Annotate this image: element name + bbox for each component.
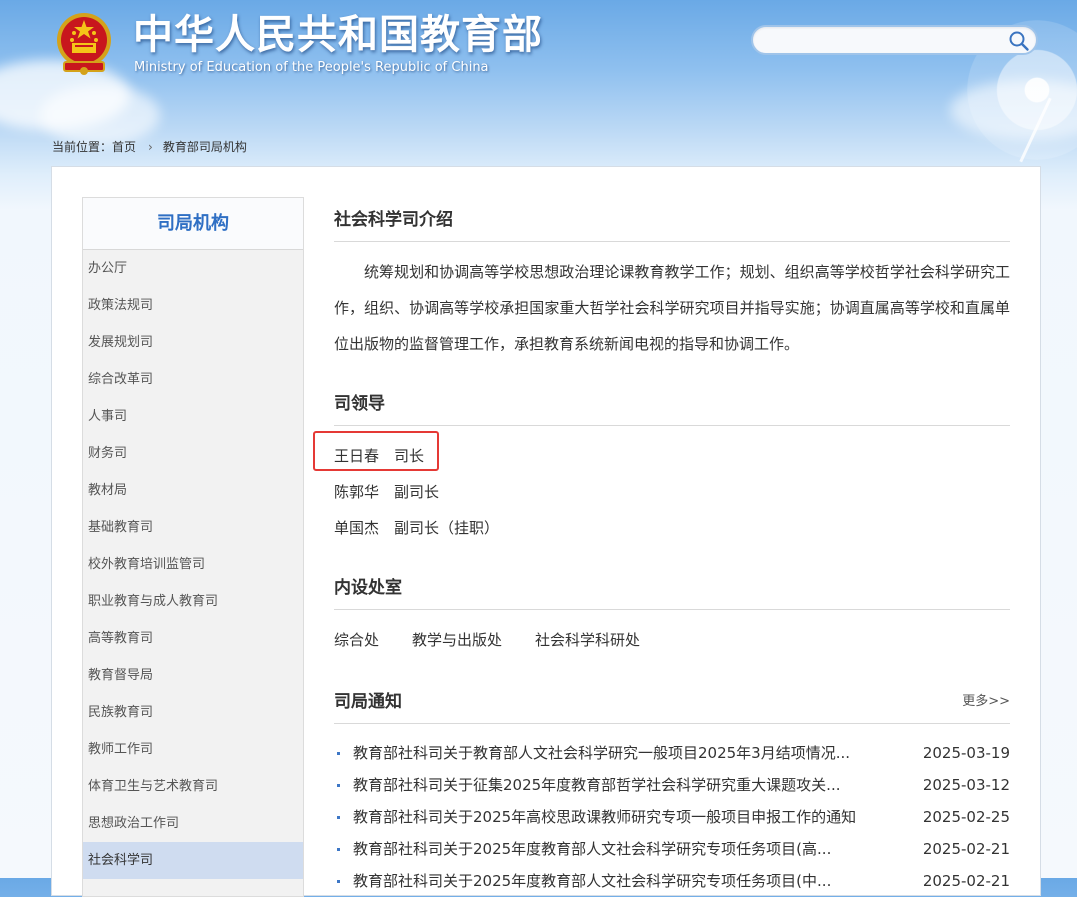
notice-list: 教育部社科司关于教育部人文社会科学研究一般项目2025年3月结项情况... 20… (334, 737, 1010, 897)
sidebar-item[interactable]: 思想政治工作司 (83, 805, 303, 842)
notice-item[interactable]: 教育部社科司关于征集2025年度教育部哲学社会科学研究重大课题攻关... 202… (334, 769, 1010, 801)
breadcrumb: 当前位置：首页 › 教育部司局机构 (52, 138, 247, 155)
sidebar-item[interactable]: 人事司 (83, 398, 303, 435)
leader-item: 王日春 司长 (334, 438, 1010, 474)
intro-heading: 社会科学司介绍 (334, 204, 1010, 242)
search-box (751, 25, 1038, 55)
notice-date: 2025-02-25 (922, 808, 1010, 826)
sidebar-item[interactable]: 民族教育司 (83, 694, 303, 731)
sidebar-item[interactable]: 教育督导局 (83, 657, 303, 694)
more-link[interactable]: 更多>> (962, 686, 1010, 718)
notice-item[interactable]: 教育部社科司关于教育部人文社会科学研究一般项目2025年3月结项情况... 20… (334, 737, 1010, 769)
notice-item[interactable]: 教育部社科司关于2025年度教育部人文社会科学研究专项任务项目(中... 202… (334, 865, 1010, 897)
breadcrumb-current: 教育部司局机构 (162, 140, 247, 154)
search-icon[interactable] (1008, 30, 1030, 52)
breadcrumb-prefix: 当前位置： (52, 140, 113, 154)
sidebar-item[interactable]: 校外教育培训监管司 (83, 546, 303, 583)
sidebar-item[interactable]: 办公厅 (83, 250, 303, 287)
notice-date: 2025-03-12 (922, 776, 1010, 794)
leader-item: 单国杰 副司长（挂职） (334, 510, 1010, 546)
leader-item: 陈郭华 副司长 (334, 474, 1010, 510)
divisions-heading: 内设处室 (334, 572, 1010, 610)
notice-date: 2025-02-21 (922, 872, 1010, 890)
leaders-heading: 司领导 (334, 388, 1010, 426)
notice-date: 2025-03-19 (922, 744, 1010, 762)
leader-name: 单国杰 (334, 519, 380, 537)
sidebar-item[interactable]: 政策法规司 (83, 287, 303, 324)
notice-date: 2025-02-21 (922, 840, 1010, 858)
notice-title[interactable]: 教育部社科司关于教育部人文社会科学研究一般项目2025年3月结项情况... (353, 737, 850, 769)
notice-title[interactable]: 教育部社科司关于2025年度教育部人文社会科学研究专项任务项目(高... (353, 833, 831, 865)
sidebar-item[interactable]: 高等教育司 (83, 620, 303, 657)
leader-title: 副司长（挂职） (394, 519, 500, 537)
site-title: 中华人民共和国教育部 (133, 12, 543, 58)
division-link[interactable]: 社会科学科研处 (535, 631, 640, 649)
sidebar-item[interactable]: 基础教育司 (83, 509, 303, 546)
leader-name: 王日春 (334, 447, 380, 465)
sidebar-item[interactable]: 教材局 (83, 472, 303, 509)
bullet-icon (337, 880, 340, 883)
leader-title: 司长 (394, 447, 425, 465)
sidebar-item[interactable]: 财务司 (83, 435, 303, 472)
chevron-right-icon: › (148, 139, 153, 154)
sidebar: 司局机构 办公厅 政策法规司 发展规划司 综合改革司 人事司 财务司 教材局 基… (82, 197, 304, 897)
bullet-icon (337, 784, 340, 787)
leader-name: 陈郭华 (334, 483, 380, 501)
notices-heading: 司局通知 更多>> (334, 686, 1010, 724)
notice-title[interactable]: 教育部社科司关于征集2025年度教育部哲学社会科学研究重大课题攻关... (353, 769, 840, 801)
notice-item[interactable]: 教育部社科司关于2025年高校思政课教师研究专项一般项目申报工作的通知 2025… (334, 801, 1010, 833)
content-area: 社会科学司介绍 统筹规划和协调高等学校思想政治理论课教育教学工作；规划、组织高等… (334, 204, 1010, 897)
notices-heading-label: 司局通知 (334, 692, 402, 712)
sidebar-item[interactable]: 教师工作司 (83, 731, 303, 768)
leaders-list: 王日春 司长 陈郭华 副司长 单国杰 副司长（挂职） (334, 438, 1010, 546)
division-link[interactable]: 教学与出版处 (412, 631, 502, 649)
search-input[interactable] (765, 31, 1009, 51)
breadcrumb-home-link[interactable]: 首页 (112, 140, 136, 154)
bullet-icon (337, 848, 340, 851)
site-subtitle: Ministry of Education of the People's Re… (134, 60, 489, 75)
sidebar-item[interactable]: 体育卫生与艺术教育司 (83, 768, 303, 805)
leader-title: 副司长 (394, 483, 440, 501)
intro-text: 统筹规划和协调高等学校思想政治理论课教育教学工作；规划、组织高等学校哲学社会科学… (334, 263, 1010, 353)
bullet-icon (337, 816, 340, 819)
division-link[interactable]: 综合处 (334, 631, 379, 649)
sidebar-heading: 司局机构 (83, 198, 303, 250)
sidebar-item[interactable]: 职业教育与成人教育司 (83, 583, 303, 620)
divisions-list: 综合处 教学与出版处 社会科学科研处 (334, 620, 1010, 660)
bullet-icon (337, 752, 340, 755)
sidebar-item[interactable]: 综合改革司 (83, 361, 303, 398)
notice-title[interactable]: 教育部社科司关于2025年高校思政课教师研究专项一般项目申报工作的通知 (353, 801, 856, 833)
sidebar-item-active[interactable]: 社会科学司 (83, 842, 303, 879)
notice-title[interactable]: 教育部社科司关于2025年度教育部人文社会科学研究专项任务项目(中... (353, 865, 831, 897)
cloud-decoration (40, 85, 160, 145)
notice-item[interactable]: 教育部社科司关于2025年度教育部人文社会科学研究专项任务项目(高... 202… (334, 833, 1010, 865)
national-emblem-icon (57, 13, 111, 75)
sidebar-item[interactable]: 发展规划司 (83, 324, 303, 361)
